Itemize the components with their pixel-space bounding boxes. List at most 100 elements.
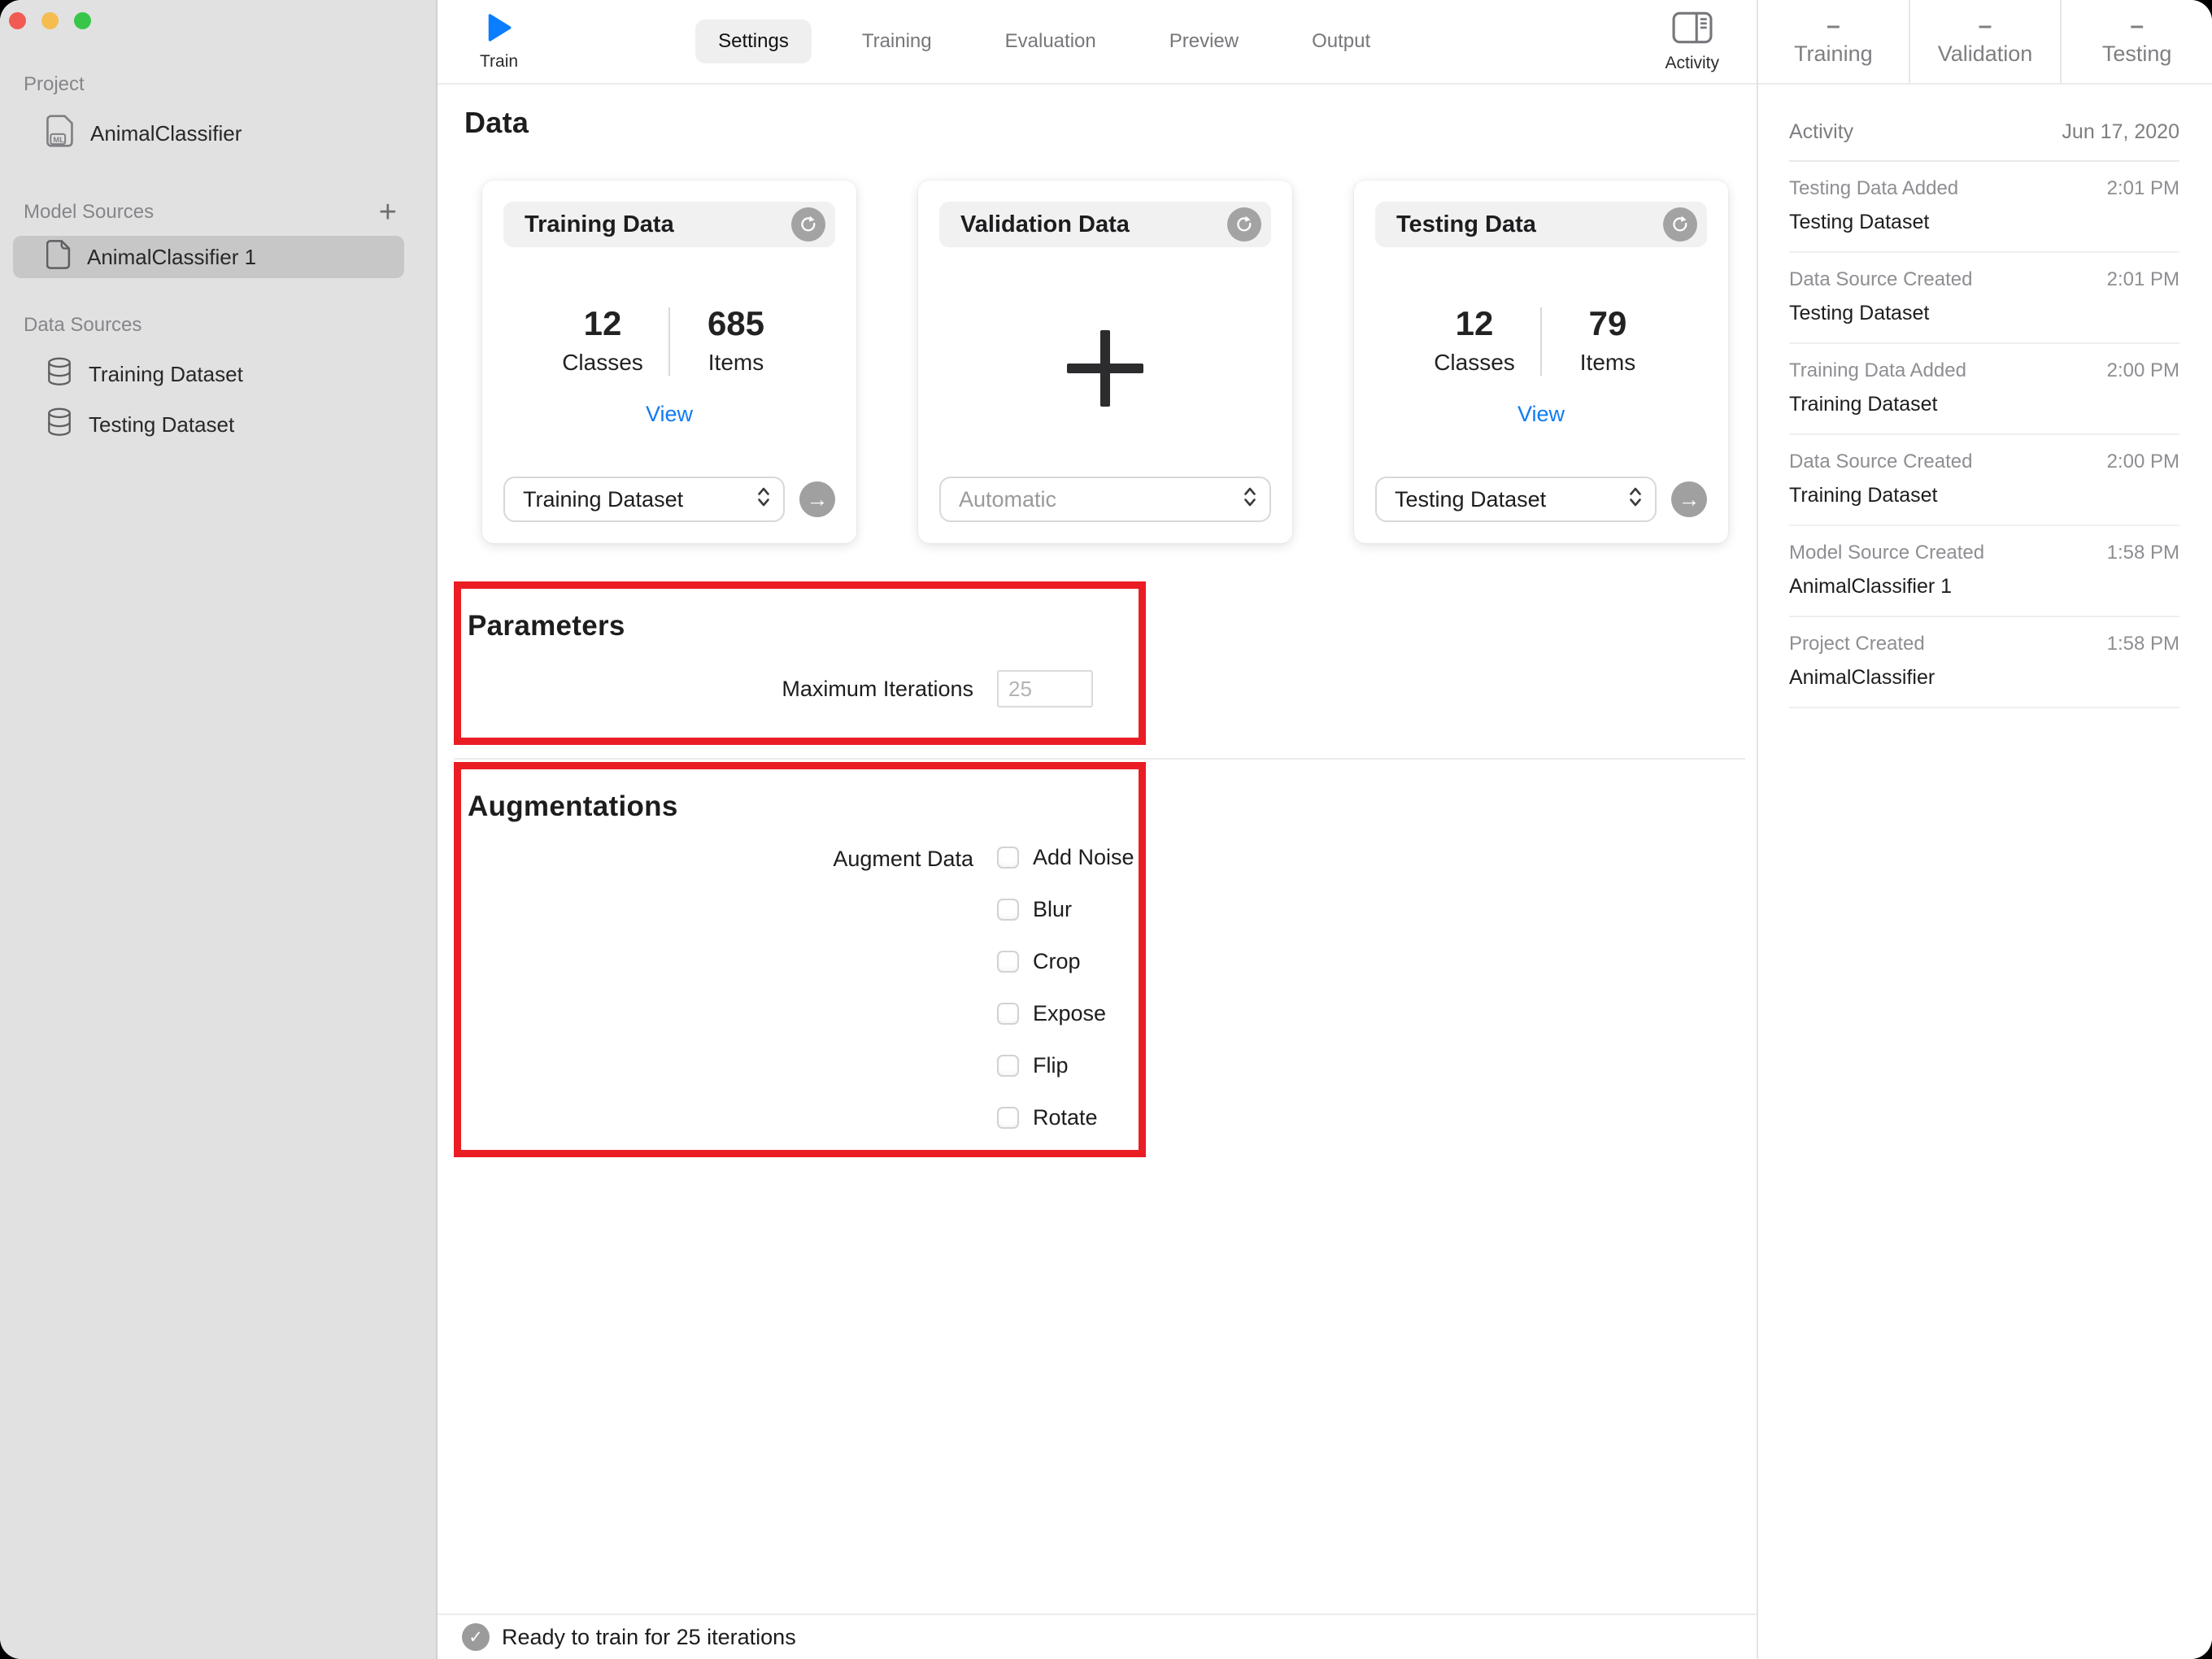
tab-training[interactable]: Training	[839, 20, 955, 63]
option-label: Blur	[1033, 897, 1073, 921]
activity-panel-toggle-button[interactable]: Activity	[1665, 11, 1719, 73]
settings-content: Data Training Data 12 Classes 685 Items …	[438, 85, 1757, 1613]
add-validation-data-button[interactable]	[1060, 324, 1150, 417]
training-data-card-header: Training Data	[503, 202, 835, 247]
add-model-source-button[interactable]: +	[379, 197, 397, 228]
entry-title: Training Data Added	[1789, 359, 1966, 381]
play-icon	[487, 13, 512, 46]
option-label: Flip	[1033, 1053, 1069, 1078]
refresh-icon[interactable]	[791, 207, 825, 242]
model-sources-section-header: Model Sources +	[0, 197, 436, 228]
toolbar: Train Settings Training Evaluation Previ…	[438, 0, 1757, 85]
sidebar-item-testing-dataset[interactable]: Testing Dataset	[0, 403, 436, 446]
zoom-window-button[interactable]	[74, 12, 91, 29]
sidebar-item-label: AnimalClassifier	[90, 120, 242, 146]
minimize-window-button[interactable]	[41, 12, 59, 29]
tab-settings[interactable]: Settings	[695, 20, 812, 63]
data-sources-section-label: Data Sources	[24, 314, 142, 336]
max-iterations-input[interactable]	[997, 670, 1093, 708]
add-noise-checkbox[interactable]	[997, 847, 1019, 869]
view-testing-data-link[interactable]: View	[1354, 402, 1728, 427]
entry-time: 2:01 PM	[2106, 268, 2179, 290]
testing-data-card-footer: Testing Dataset →	[1375, 477, 1707, 522]
validation-data-card-header: Validation Data	[939, 202, 1271, 247]
crop-checkbox[interactable]	[997, 951, 1019, 973]
entry-title: Data Source Created	[1789, 451, 1973, 472]
sidebar-item-model-source[interactable]: AnimalClassifier 1	[13, 236, 404, 278]
dataset-stats: 12 Classes 79 Items	[1354, 304, 1728, 376]
max-iterations-label: Maximum Iterations	[782, 676, 973, 701]
activity-entry: Testing Data Added 2:01 PM Testing Datas…	[1789, 162, 2179, 253]
expose-checkbox[interactable]	[997, 1003, 1019, 1025]
arrow-right-icon: →	[806, 486, 829, 512]
open-testing-source-button[interactable]: →	[1671, 481, 1707, 517]
classes-label: Classes	[1434, 350, 1515, 375]
sidebar-item-project[interactable]: ML AnimalClassifier	[0, 112, 436, 155]
sidebar-item-training-dataset[interactable]: Training Dataset	[0, 353, 436, 395]
chevron-up-down-icon	[755, 486, 772, 514]
activity-list-header: Activity Jun 17, 2020	[1789, 85, 2179, 162]
refresh-icon[interactable]	[1227, 207, 1261, 242]
entry-time: 1:58 PM	[2106, 542, 2179, 564]
option-label: Rotate	[1033, 1105, 1098, 1130]
activity-panel: – Training – Validation – Testing Activi…	[1757, 0, 2212, 1659]
augment-data-row: Augment Data Add Noise Blur Crop Expose …	[461, 844, 1139, 1131]
database-icon	[46, 407, 72, 442]
train-button[interactable]: Train	[480, 13, 518, 72]
flip-checkbox[interactable]	[997, 1055, 1019, 1077]
validation-data-card-footer: Automatic	[939, 477, 1271, 522]
training-metric-value: –	[1826, 11, 1840, 39]
activity-date: Jun 17, 2020	[2062, 120, 2179, 143]
svg-text:ML: ML	[53, 135, 64, 144]
tab-bar: Settings Training Evaluation Preview Out…	[695, 20, 1393, 63]
metrics-header: – Training – Validation – Testing	[1758, 0, 2212, 85]
training-data-card-footer: Training Dataset →	[503, 477, 835, 522]
training-metric: – Training	[1758, 0, 1909, 83]
page-title: Data	[464, 106, 529, 139]
blur-checkbox[interactable]	[997, 899, 1019, 921]
activity-entry: Training Data Added 2:00 PM Training Dat…	[1789, 344, 2179, 435]
stats-divider	[668, 307, 670, 376]
entry-title: Model Source Created	[1789, 542, 1985, 564]
rotate-checkbox[interactable]	[997, 1107, 1019, 1129]
sidebar-item-label: AnimalClassifier 1	[87, 244, 257, 269]
augmentation-option-flip: Flip	[997, 1052, 1134, 1079]
refresh-icon[interactable]	[1663, 207, 1697, 242]
entry-subtitle: Testing Dataset	[1789, 302, 1930, 324]
entry-subtitle: AnimalClassifier 1	[1789, 575, 1953, 598]
entry-subtitle: AnimalClassifier	[1789, 666, 1936, 689]
testing-data-source-dropdown[interactable]: Testing Dataset	[1375, 477, 1657, 522]
open-training-source-button[interactable]: →	[799, 481, 835, 517]
validation-metric: – Validation	[1908, 0, 2061, 83]
entry-subtitle: Training Dataset	[1789, 484, 1938, 507]
training-data-source-dropdown[interactable]: Training Dataset	[503, 477, 785, 522]
view-training-data-link[interactable]: View	[482, 402, 856, 427]
entry-title: Testing Data Added	[1789, 177, 1959, 199]
augmentation-option-blur: Blur	[997, 896, 1134, 923]
data-cards: Training Data 12 Classes 685 Items View …	[482, 181, 1728, 543]
status-message: Ready to train for 25 iterations	[502, 1624, 796, 1649]
testing-data-card-header: Testing Data	[1375, 202, 1707, 247]
activity-panel-icon	[1672, 11, 1713, 48]
entry-subtitle: Testing Dataset	[1789, 211, 1930, 233]
chevron-up-down-icon	[1627, 486, 1644, 514]
tab-evaluation[interactable]: Evaluation	[982, 20, 1119, 63]
tab-preview[interactable]: Preview	[1147, 20, 1261, 63]
section-divider	[454, 758, 1745, 760]
option-label: Add Noise	[1033, 845, 1134, 869]
option-label: Expose	[1033, 1001, 1107, 1025]
option-label: Crop	[1033, 949, 1081, 973]
items-label: Items	[1579, 350, 1636, 375]
tab-output[interactable]: Output	[1289, 20, 1393, 63]
close-window-button[interactable]	[9, 12, 26, 29]
parameters-section-annotation: Parameters Maximum Iterations	[454, 581, 1146, 745]
activity-entry: Data Source Created 2:00 PM Training Dat…	[1789, 435, 2179, 526]
validation-data-source-dropdown[interactable]: Automatic	[939, 477, 1271, 522]
card-title: Validation Data	[960, 211, 1130, 237]
classes-count: 12	[1455, 304, 1494, 342]
classes-count: 12	[583, 304, 622, 342]
parameters-section-title: Parameters	[468, 610, 625, 642]
ready-check-icon: ✓	[462, 1623, 490, 1651]
arrow-right-icon: →	[1678, 486, 1700, 512]
max-iterations-row: Maximum Iterations	[461, 670, 1139, 708]
